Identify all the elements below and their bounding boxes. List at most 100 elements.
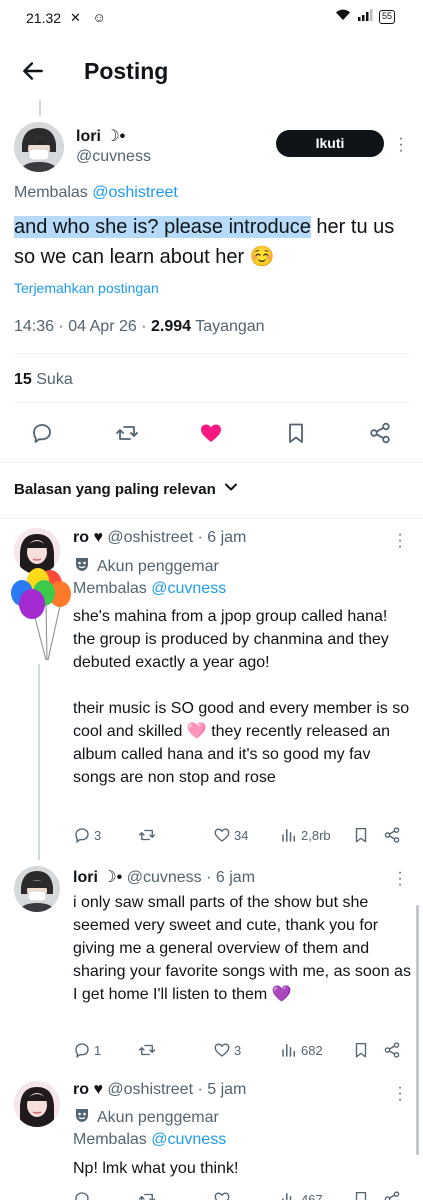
share-icon	[384, 827, 400, 843]
reply-icon	[75, 1043, 89, 1059]
author-name[interactable]: lori ☽•	[76, 126, 125, 146]
heart-icon	[214, 1192, 230, 1200]
chevron-down-icon	[224, 480, 238, 498]
retweet-button[interactable]	[138, 826, 156, 844]
reply-icon	[75, 1192, 89, 1200]
reply-author-name[interactable]: lori ☽•	[73, 869, 122, 886]
views-button[interactable]: 682	[280, 1041, 323, 1059]
bookmark-button[interactable]	[352, 826, 370, 844]
reply-count: 3	[94, 827, 102, 843]
share-button[interactable]	[383, 1041, 401, 1059]
bookmark-button[interactable]	[352, 1190, 370, 1200]
mask-icon	[73, 555, 91, 578]
reply-count: 1	[94, 1042, 102, 1058]
reply-icon[interactable]	[30, 421, 54, 445]
like-heart-icon[interactable]	[199, 421, 223, 445]
reply-text: i only saw small parts of the show but s…	[73, 894, 411, 1003]
author-handle[interactable]: @cuvness	[76, 148, 151, 166]
bookmark-icon	[355, 1191, 367, 1200]
likes-label: Suka	[31, 371, 73, 388]
retweet-icon	[138, 1193, 156, 1200]
views-count: 682	[301, 1042, 323, 1058]
like-button[interactable]: 3	[213, 1041, 241, 1059]
signal-icon	[357, 9, 373, 24]
notification-icons: ✕ ☺	[70, 10, 110, 25]
retweet-button[interactable]	[138, 1190, 156, 1200]
bookmark-button[interactable]	[352, 1041, 370, 1059]
replying-to: Membalas @cuvness	[73, 580, 226, 598]
more-options-icon[interactable]: · · ·	[398, 131, 404, 159]
like-button[interactable]: 34	[213, 826, 248, 844]
share-button[interactable]	[383, 1190, 401, 1200]
sort-label: Balasan yang paling relevan	[14, 480, 216, 498]
reply-text: Np! lmk what you think!	[73, 1160, 239, 1177]
replying-to-link[interactable]: @cuvness	[151, 1131, 226, 1148]
divider	[0, 462, 423, 463]
views-button[interactable]: 2,8rb	[280, 826, 331, 844]
reply-header: ro ♥ @oshistreet · 5 jam	[73, 1081, 246, 1099]
thread-line	[38, 664, 40, 860]
views-chart-icon	[282, 829, 295, 842]
wifi-icon	[335, 9, 351, 24]
reply-author-name[interactable]: ro ♥	[73, 1081, 103, 1098]
replying-prefix: Membalas	[73, 1131, 147, 1148]
fan-account-badge: Akun penggemar	[73, 1106, 219, 1129]
divider	[14, 353, 410, 354]
bookmark-icon[interactable]	[284, 421, 308, 445]
reply-icon	[75, 828, 89, 844]
reply-button[interactable]	[73, 1190, 91, 1200]
replying-to-link[interactable]: @oshistreet	[92, 184, 178, 201]
bookmark-icon	[355, 827, 367, 843]
likes-summary[interactable]: 15 Suka	[14, 371, 73, 389]
replying-to-link[interactable]: @cuvness	[151, 580, 226, 597]
follow-button[interactable]: Ikuti	[276, 130, 384, 157]
avatar[interactable]	[14, 1081, 60, 1127]
replying-prefix: Membalas	[14, 184, 88, 201]
top-bar: Posting	[0, 44, 423, 100]
reply-button[interactable]: 1	[73, 1041, 101, 1059]
retweet-icon	[138, 829, 156, 841]
share-button[interactable]	[383, 826, 401, 844]
scrollbar[interactable]	[416, 905, 419, 1155]
like-count: 34	[234, 827, 249, 843]
share-icon[interactable]	[368, 421, 392, 445]
like-button[interactable]	[213, 1190, 231, 1200]
reply-author-name[interactable]: ro ♥	[73, 529, 103, 546]
share-icon	[384, 1191, 400, 1200]
mask-icon	[73, 1106, 91, 1129]
reply-text: she's mahina from a jpop group called ha…	[73, 608, 410, 786]
views-chart-icon	[282, 1044, 295, 1057]
reply-button[interactable]: 3	[73, 826, 101, 844]
back-arrow-icon[interactable]	[20, 58, 46, 84]
more-options-icon[interactable]: · · ·	[397, 527, 403, 555]
views-count: 2,8rb	[301, 827, 331, 843]
views-button[interactable]: 467	[280, 1190, 323, 1200]
likes-count: 15	[14, 371, 32, 388]
sort-selector[interactable]: Balasan yang paling relevan	[14, 480, 238, 498]
post-text: and who she is? please introduce her tu …	[14, 212, 410, 272]
share-icon	[384, 1042, 400, 1058]
balloons-icon	[6, 566, 76, 666]
avatar[interactable]	[14, 866, 60, 912]
replying-prefix: Membalas	[73, 580, 147, 597]
reply-handle-time[interactable]: @cuvness · 6 jam	[127, 869, 255, 886]
retweet-button[interactable]	[138, 1041, 156, 1059]
views-label: Tayangan	[191, 318, 265, 335]
avatar[interactable]	[14, 122, 64, 172]
thread-line	[39, 100, 41, 116]
status-right: 55	[335, 9, 395, 24]
post-meta: 14:36 · 04 Apr 26 · 2.994 Tayangan	[14, 318, 265, 336]
badge-label: Akun penggemar	[97, 557, 219, 575]
views-count: 467	[301, 1191, 323, 1200]
reply-handle-time[interactable]: @oshistreet · 6 jam	[107, 529, 246, 546]
divider	[14, 402, 410, 403]
more-options-icon[interactable]: · · ·	[397, 1080, 403, 1108]
replying-to: Membalas @cuvness	[73, 1131, 226, 1149]
more-options-icon[interactable]: · · ·	[397, 865, 403, 893]
retweet-icon[interactable]	[115, 421, 139, 445]
divider	[0, 518, 423, 519]
reply-handle-time[interactable]: @oshistreet · 5 jam	[107, 1081, 246, 1098]
bookmark-icon	[355, 1042, 367, 1058]
page-title: Posting	[84, 58, 169, 84]
translate-link[interactable]: Terjemahkan postingan	[14, 280, 159, 296]
